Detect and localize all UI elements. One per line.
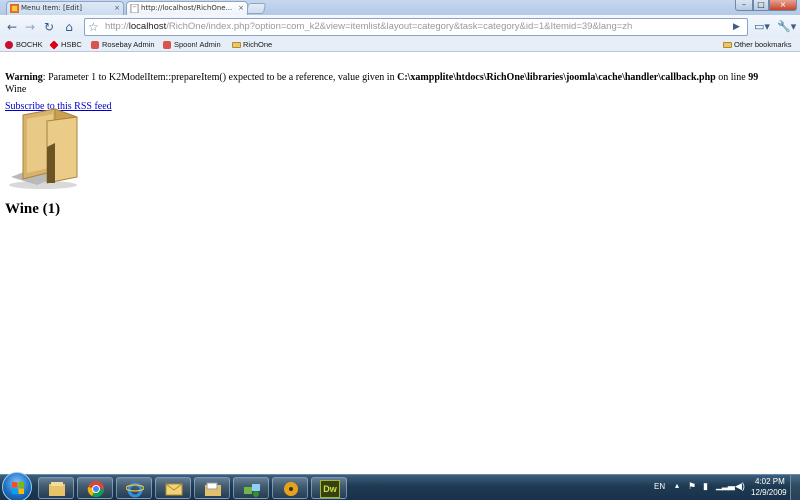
maximize-button[interactable]: □ — [753, 0, 769, 11]
taskbar-dreamweaver[interactable]: Dw — [311, 477, 347, 499]
warning-label: Warning — [5, 72, 43, 83]
windows-taskbar: Dw EN ▴ ⚑ ▮ ▁▂▃ ◀) 4:02 PM 12/9/2009 — [0, 472, 800, 500]
bookmark-label: Spoon! Admin — [174, 40, 221, 49]
tab-close-icon[interactable]: × — [238, 2, 244, 14]
volume-icon[interactable]: ◀) — [735, 481, 745, 492]
chrome-icon — [87, 481, 105, 498]
url-scheme: http:// — [105, 21, 129, 32]
other-bookmarks[interactable]: Other bookmarks — [723, 39, 792, 51]
bookmark-label: HSBC — [61, 40, 82, 49]
warning-line-number: 99 — [748, 72, 759, 83]
folder-icon — [232, 42, 241, 48]
title-bar: Menu Item: [Edit] × http://localhost/Ric… — [0, 0, 800, 15]
bookmark-label: BOCHK — [16, 40, 43, 49]
show-hidden-icons-icon[interactable]: ▴ — [675, 481, 679, 490]
hsbc-icon — [49, 40, 59, 50]
taskbar-outlook[interactable] — [155, 477, 191, 499]
tab-title: Menu Item: [Edit] — [21, 4, 82, 12]
folder-icon — [723, 42, 732, 48]
new-tab-button[interactable] — [245, 3, 267, 14]
outlook-icon — [165, 483, 183, 496]
taskbar-folder[interactable] — [194, 477, 230, 499]
taskbar-explorer[interactable] — [38, 477, 74, 499]
rosebay-icon — [91, 41, 99, 49]
other-bookmarks-label: Other bookmarks — [734, 40, 792, 49]
forward-button[interactable]: → — [22, 19, 38, 35]
media-icon — [284, 482, 298, 496]
category-folder-icon — [9, 108, 78, 189]
url-host: localhost — [128, 21, 167, 32]
device-icon[interactable]: ▮ — [703, 481, 708, 492]
tab-menu-item-edit[interactable]: Menu Item: [Edit] × — [6, 1, 124, 15]
home-button[interactable]: ⌂ — [61, 19, 77, 35]
bookmark-folder-richone[interactable]: RichOne — [232, 39, 272, 51]
tab-title: http://localhost/RichOne... — [141, 4, 233, 12]
navigation-toolbar: ← → ↻ ⌂ ☆ http://localhost/RichOne/index… — [0, 15, 800, 38]
taskbar-chrome[interactable] — [77, 477, 113, 499]
explorer-icon — [49, 482, 65, 496]
category-title: Wine (1) — [5, 201, 61, 217]
reload-button[interactable]: ↻ — [41, 19, 57, 35]
address-url[interactable]: http://localhost/RichOne/index.php?optio… — [105, 19, 715, 35]
category-name: Wine — [5, 84, 27, 95]
taskbar-network[interactable] — [233, 477, 269, 499]
bookmark-star-icon[interactable]: ☆ — [88, 19, 99, 35]
taskbar-media[interactable] — [272, 477, 308, 499]
network-icon — [244, 484, 260, 497]
bookmark-spoon-admin[interactable]: Spoon! Admin — [163, 39, 221, 51]
close-window-button[interactable]: × — [769, 0, 797, 11]
ie-icon — [126, 482, 144, 498]
tab-close-icon[interactable]: × — [114, 2, 120, 14]
page-content: Warning: Parameter 1 to K2ModelItem::pre… — [5, 71, 795, 217]
bookmarks-bar: BOCHK HSBC Rosebay Admin Spoon! Admin Ri… — [0, 38, 800, 52]
show-desktop-button[interactable] — [790, 475, 800, 500]
clock-time[interactable]: 4:02 PM — [755, 477, 785, 486]
bookmark-rosebay-admin[interactable]: Rosebay Admin — [91, 39, 155, 51]
warning-file-path: C:\xampplite\htdocs\RichOne\libraries\jo… — [397, 72, 716, 83]
minimize-button[interactable]: – — [735, 0, 753, 11]
bookmark-label: RichOne — [243, 40, 273, 49]
page-menu-button[interactable]: ▭▾ — [754, 19, 770, 35]
url-path: /RichOne/index.php?option=com_k2&view=it… — [166, 21, 633, 32]
php-warning: Warning: Parameter 1 to K2ModelItem::pre… — [5, 71, 795, 84]
back-button[interactable]: ← — [4, 19, 20, 35]
go-button[interactable]: ▶ — [733, 19, 740, 35]
windows-logo-icon — [12, 482, 24, 494]
warning-online: on line — [715, 72, 749, 83]
language-indicator[interactable]: EN — [654, 482, 665, 491]
dreamweaver-icon: Dw — [320, 480, 340, 498]
tab-localhost-richone[interactable]: http://localhost/RichOne... × — [126, 1, 248, 15]
bochk-icon — [5, 41, 13, 49]
taskbar-ie[interactable] — [116, 477, 152, 499]
bookmark-hsbc[interactable]: HSBC — [49, 39, 82, 51]
warning-message: : Parameter 1 to K2ModelItem::prepareIte… — [42, 72, 398, 83]
network-signal-icon[interactable]: ▁▂▃ — [716, 480, 735, 491]
bookmark-label: Rosebay Admin — [102, 40, 155, 49]
address-bar[interactable]: ☆ http://localhost/RichOne/index.php?opt… — [84, 18, 748, 36]
action-center-flag-icon[interactable]: ⚑ — [688, 481, 696, 492]
bookmark-bochk[interactable]: BOCHK — [5, 39, 43, 51]
clock-date[interactable]: 12/9/2009 — [751, 488, 787, 497]
folder-icon — [205, 482, 221, 496]
start-button[interactable] — [2, 472, 32, 500]
page-favicon-icon — [130, 4, 139, 13]
spoon-icon — [163, 41, 171, 49]
tools-menu-button[interactable]: 🔧▾ — [777, 19, 796, 35]
joomla-favicon-icon — [10, 4, 19, 13]
